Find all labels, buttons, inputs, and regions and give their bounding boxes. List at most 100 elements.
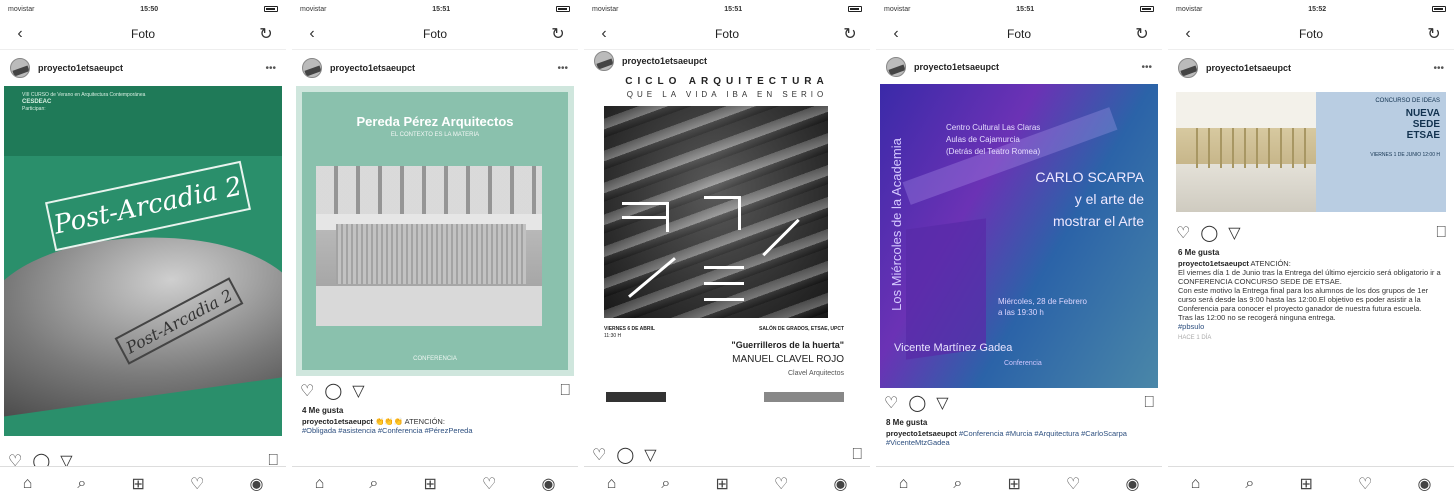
status-bar: movistar 15:51 [584,0,870,18]
post-image[interactable]: Los Miércoles de la Academia Centro Cult… [880,84,1158,388]
username[interactable]: proyecto1etsaeupct [914,62,1141,72]
more-options-icon[interactable]: ••• [557,63,568,74]
heart-icon[interactable]: ♡ [1358,474,1372,494]
poster-subtitle: EL CONTEXTO ES LA MATERIA [390,132,480,138]
share-icon[interactable]: ▽ [936,393,948,413]
more-options-icon[interactable]: ••• [265,63,276,74]
refresh-icon[interactable]: ↻ [548,24,568,44]
avatar[interactable] [302,58,322,78]
avatar[interactable] [594,51,614,71]
battery-icon [555,6,570,12]
phone-screen-5: movistar 15:52 ‹ Foto ↻ proyecto1etsaeup… [1168,0,1454,500]
avatar[interactable] [886,57,906,77]
refresh-icon[interactable]: ↻ [1424,24,1444,44]
back-chevron-icon[interactable]: ‹ [594,25,614,43]
back-chevron-icon[interactable]: ‹ [10,25,30,43]
caption-username[interactable]: proyecto1etsaeupct [886,429,957,438]
bookmark-icon[interactable]: ⎕ [1436,224,1446,242]
comment-icon[interactable]: ◯ [616,445,634,465]
profile-icon[interactable]: ◉ [249,474,263,494]
post-actions: ♡ ◯ ▽ ⎕ [292,376,578,406]
refresh-icon[interactable]: ↻ [840,24,860,44]
caption-text: 👏👏👏 ATENCIÓN: [372,417,445,426]
terrain-image [4,214,282,418]
poster-venue: Centro Cultural Las Claras Aulas de Caja… [946,123,1041,156]
home-icon[interactable]: ⌂ [315,475,325,493]
home-icon[interactable]: ⌂ [607,475,617,493]
status-time: 15:51 [432,5,451,13]
back-chevron-icon[interactable]: ‹ [1178,25,1198,43]
speaker-name: MANUEL CLAVEL ROJO [732,354,844,365]
username[interactable]: proyecto1etsaeupct [1206,63,1433,73]
event-date: VIERNES 6 DE ABRIL [604,326,655,332]
add-icon[interactable]: ⊞ [1299,474,1312,494]
share-icon[interactable]: ▽ [1228,223,1240,243]
refresh-icon[interactable]: ↻ [1132,24,1152,44]
phone-screen-1: movistar 15:50 ‹ Foto ↻ proyecto1etsaeup… [0,0,286,500]
heart-icon[interactable]: ♡ [1066,474,1080,494]
profile-icon[interactable]: ◉ [1125,474,1139,494]
add-icon[interactable]: ⊞ [1007,474,1020,494]
search-icon[interactable]: ⌕ [369,475,378,493]
nav-bar: ‹ Foto ↻ [0,18,286,50]
add-icon[interactable]: ⊞ [131,474,144,494]
bookmark-icon[interactable]: ⎕ [560,382,570,400]
status-time: 15:51 [724,5,743,13]
bookmark-icon[interactable]: ⎕ [852,446,862,464]
more-options-icon[interactable]: ••• [1433,63,1444,74]
heart-icon[interactable]: ♡ [482,474,496,494]
like-count[interactable]: 6 Me gusta [1168,248,1454,257]
home-icon[interactable]: ⌂ [23,475,33,493]
like-heart-icon[interactable]: ♡ [592,445,606,465]
heart-icon[interactable]: ♡ [774,474,788,494]
heart-icon[interactable]: ♡ [190,474,204,494]
home-icon[interactable]: ⌂ [1191,475,1201,493]
profile-icon[interactable]: ◉ [541,474,555,494]
caption-username[interactable]: proyecto1etsaeupct [1178,259,1249,268]
home-icon[interactable]: ⌂ [899,475,909,493]
caption-username[interactable]: proyecto1etsaeupct [302,417,373,426]
back-chevron-icon[interactable]: ‹ [886,25,906,43]
username[interactable]: proyecto1etsaeupct [330,63,557,73]
share-icon[interactable]: ▽ [352,381,364,401]
speaker-firm: Clavel Arquitectos [787,370,844,377]
search-icon[interactable]: ⌕ [77,475,86,493]
post-image[interactable]: CONCURSO DE IDEAS NUEVA SEDE ETSAE VIERN… [1172,86,1450,218]
comment-icon[interactable]: ◯ [908,393,926,413]
like-heart-icon[interactable]: ♡ [1176,223,1190,243]
like-count[interactable]: 4 Me gusta [292,406,578,415]
post-image[interactable]: CICLO ARQUITECTURA QUE LA VIDA IBA EN SE… [588,72,866,432]
refresh-icon[interactable]: ↻ [256,24,276,44]
post-actions: ♡ ◯ ▽ ⎕ [876,388,1162,418]
like-heart-icon[interactable]: ♡ [300,381,314,401]
search-icon[interactable]: ⌕ [1245,475,1254,493]
bookmark-icon[interactable]: ⎕ [1144,394,1154,412]
nav-title: Foto [714,26,739,41]
add-icon[interactable]: ⊞ [715,474,728,494]
more-options-icon[interactable]: ••• [1141,62,1152,73]
like-heart-icon[interactable]: ♡ [884,393,898,413]
phone-screen-2: movistar 15:51 ‹ Foto ↻ proyecto1etsaeup… [292,0,578,500]
username[interactable]: proyecto1etsaeupct [38,63,265,73]
caption-hashtags[interactable]: #Obligada #asistencia #Conferencia #Pére… [302,426,473,435]
share-icon[interactable]: ▽ [644,445,656,465]
add-icon[interactable]: ⊞ [423,474,436,494]
poster-band-line-1: VIII CURSO de Verano en Arquitectura Con… [22,92,146,98]
post-image[interactable]: VIII CURSO de Verano en Arquitectura Con… [4,86,282,436]
status-bar: movistar 15:51 [292,0,578,18]
avatar[interactable] [1178,58,1198,78]
search-icon[interactable]: ⌕ [953,475,962,493]
post-image[interactable]: Pereda Pérez Arquitectos EL CONTEXTO ES … [296,86,574,376]
avatar[interactable] [10,58,30,78]
event-venue: SALÓN DE GRADOS, ETSAE, UPCT [758,326,844,332]
caption-hashtags[interactable]: #pbsulo [1178,322,1204,331]
search-icon[interactable]: ⌕ [661,475,670,493]
comment-icon[interactable]: ◯ [1200,223,1218,243]
back-chevron-icon[interactable]: ‹ [302,25,322,43]
profile-icon[interactable]: ◉ [833,474,847,494]
carrier-label: movistar [884,5,911,13]
like-count[interactable]: 8 Me gusta [876,418,1162,427]
username[interactable]: proyecto1etsaeupct [622,56,860,66]
comment-icon[interactable]: ◯ [324,381,342,401]
profile-icon[interactable]: ◉ [1417,474,1431,494]
